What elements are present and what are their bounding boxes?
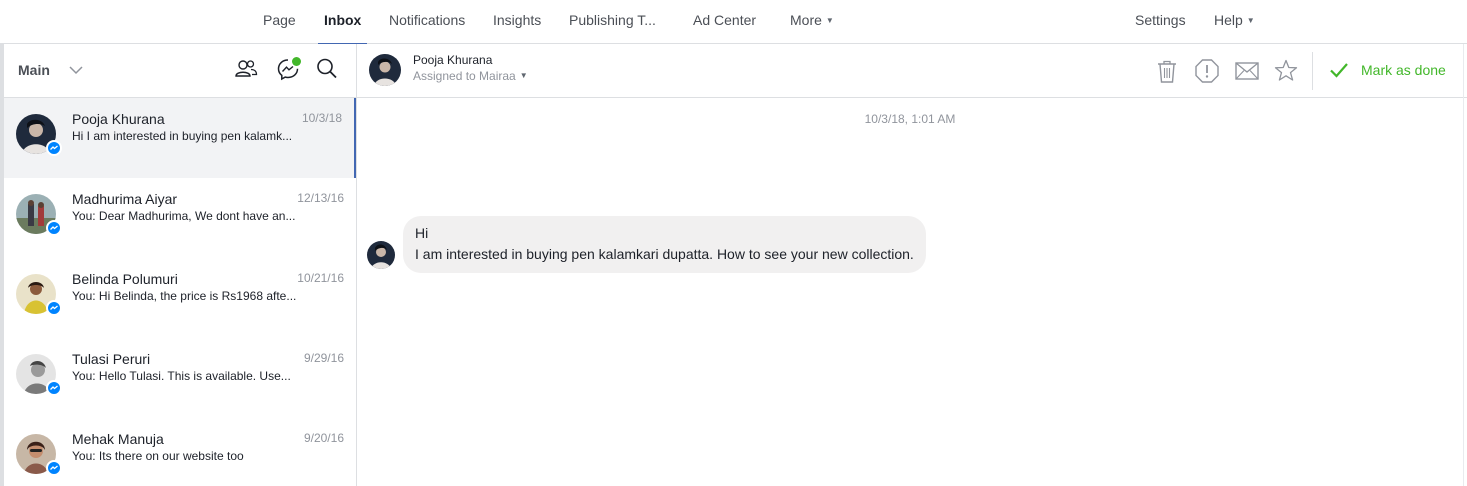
conversation-date: 10/3/18: [301, 111, 342, 125]
message-text-line: Hi: [415, 225, 429, 241]
conversation-name: Belinda Polumuri: [72, 271, 178, 287]
nav-insights[interactable]: Insights: [493, 0, 541, 44]
checkmark-icon: [1330, 63, 1348, 78]
mark-as-done-label: Mark as done: [1361, 62, 1446, 78]
star-icon[interactable]: [1273, 58, 1299, 84]
message-text-line: I am interested in buying pen kalamkari …: [415, 246, 914, 262]
trash-icon[interactable]: [1154, 58, 1180, 84]
message-timestamp: 10/3/18, 1:01 AM: [864, 112, 956, 126]
nav-help-label: Help: [1214, 12, 1243, 28]
nav-help[interactable]: Help ▼: [1214, 0, 1255, 44]
folder-label[interactable]: Main: [18, 62, 50, 78]
mark-unread-icon[interactable]: [1234, 58, 1260, 84]
toolbar-divider: [1312, 52, 1313, 90]
nav-more-label: More: [790, 12, 822, 28]
messenger-badge-icon: [46, 300, 62, 316]
message-bubble: Hi I am interested in buying pen kalamka…: [403, 216, 926, 273]
assignment-dropdown[interactable]: Assigned to Mairaa ▼: [413, 69, 528, 83]
conversation-panel: Pooja Khurana Assigned to Mairaa ▼ Mark a…: [357, 44, 1467, 486]
nav-settings[interactable]: Settings: [1135, 0, 1186, 44]
messenger-status-icon[interactable]: [276, 56, 302, 82]
nav-page[interactable]: Page: [263, 0, 296, 44]
avatar[interactable]: [369, 54, 401, 86]
search-icon[interactable]: [314, 56, 340, 82]
caret-down-icon: ▼: [825, 16, 834, 25]
assigned-label: Assigned to Mairaa: [413, 69, 516, 83]
nav-publishing-tools[interactable]: Publishing T...: [569, 0, 656, 44]
conversation-header: Pooja Khurana Assigned to Mairaa ▼ Mark a…: [357, 44, 1467, 98]
conversation-snippet: You: Dear Madhurima, We dont have an...: [72, 209, 296, 223]
panel-edge-divider: [1463, 44, 1464, 486]
nav-inbox[interactable]: Inbox: [317, 0, 368, 45]
conversation-name: Mehak Manuja: [72, 431, 164, 447]
conversation-date: 9/29/16: [303, 351, 344, 365]
conversation-list: Pooja Khurana 10/3/18 Hi I am interested…: [4, 98, 356, 486]
nav-ad-center[interactable]: Ad Center: [693, 0, 756, 44]
conversation-date: 12/13/16: [297, 191, 344, 205]
conversation-snippet: You: Hi Belinda, the price is Rs1968 aft…: [72, 289, 297, 303]
contact-name[interactable]: Pooja Khurana: [413, 53, 492, 67]
avatar: [367, 241, 395, 269]
nav-more[interactable]: More ▼: [790, 0, 834, 44]
conversation-item[interactable]: Tulasi Peruri 9/29/16 You: Hello Tulasi.…: [4, 338, 356, 418]
top-navigation: Page Inbox Notifications Insights Publis…: [0, 0, 1467, 45]
nav-notifications[interactable]: Notifications: [389, 0, 465, 44]
conversation-snippet: Hi I am interested in buying pen kalamk.…: [72, 129, 293, 143]
messenger-badge-icon: [46, 140, 62, 156]
messenger-badge-icon: [46, 460, 62, 476]
report-spam-icon[interactable]: [1194, 58, 1220, 84]
conversation-snippet: You: Its there on our website too: [72, 449, 244, 463]
conversation-snippet: You: Hello Tulasi. This is available. Us…: [72, 369, 291, 383]
message-thread: 10/3/18, 1:01 AM Hi I am interested in b…: [357, 98, 1467, 486]
caret-down-icon: ▼: [519, 71, 528, 80]
sidebar-header: Main: [4, 44, 356, 98]
conversation-name: Madhurima Aiyar: [72, 191, 178, 207]
conversation-item[interactable]: Pooja Khurana 10/3/18 Hi I am interested…: [4, 98, 356, 178]
people-icon[interactable]: [233, 56, 259, 82]
messenger-badge-icon: [46, 380, 62, 396]
conversation-date: 10/21/16: [297, 271, 344, 285]
conversation-sidebar: Main Pooja Khurana 10/3/18 Hi I am inter…: [0, 44, 357, 486]
conversation-name: Pooja Khurana: [72, 111, 165, 127]
conversation-date: 9/20/16: [303, 431, 344, 445]
conversation-item[interactable]: Madhurima Aiyar 12/13/16 You: Dear Madhu…: [4, 178, 356, 258]
caret-down-icon: ▼: [1246, 16, 1255, 25]
conversation-name: Tulasi Peruri: [72, 351, 151, 367]
conversation-item[interactable]: Belinda Polumuri 10/21/16 You: Hi Belind…: [4, 258, 356, 338]
conversation-item[interactable]: Mehak Manuja 9/20/16 You: Its there on o…: [4, 418, 356, 486]
messenger-badge-icon: [46, 220, 62, 236]
chevron-down-icon[interactable]: [67, 61, 85, 79]
